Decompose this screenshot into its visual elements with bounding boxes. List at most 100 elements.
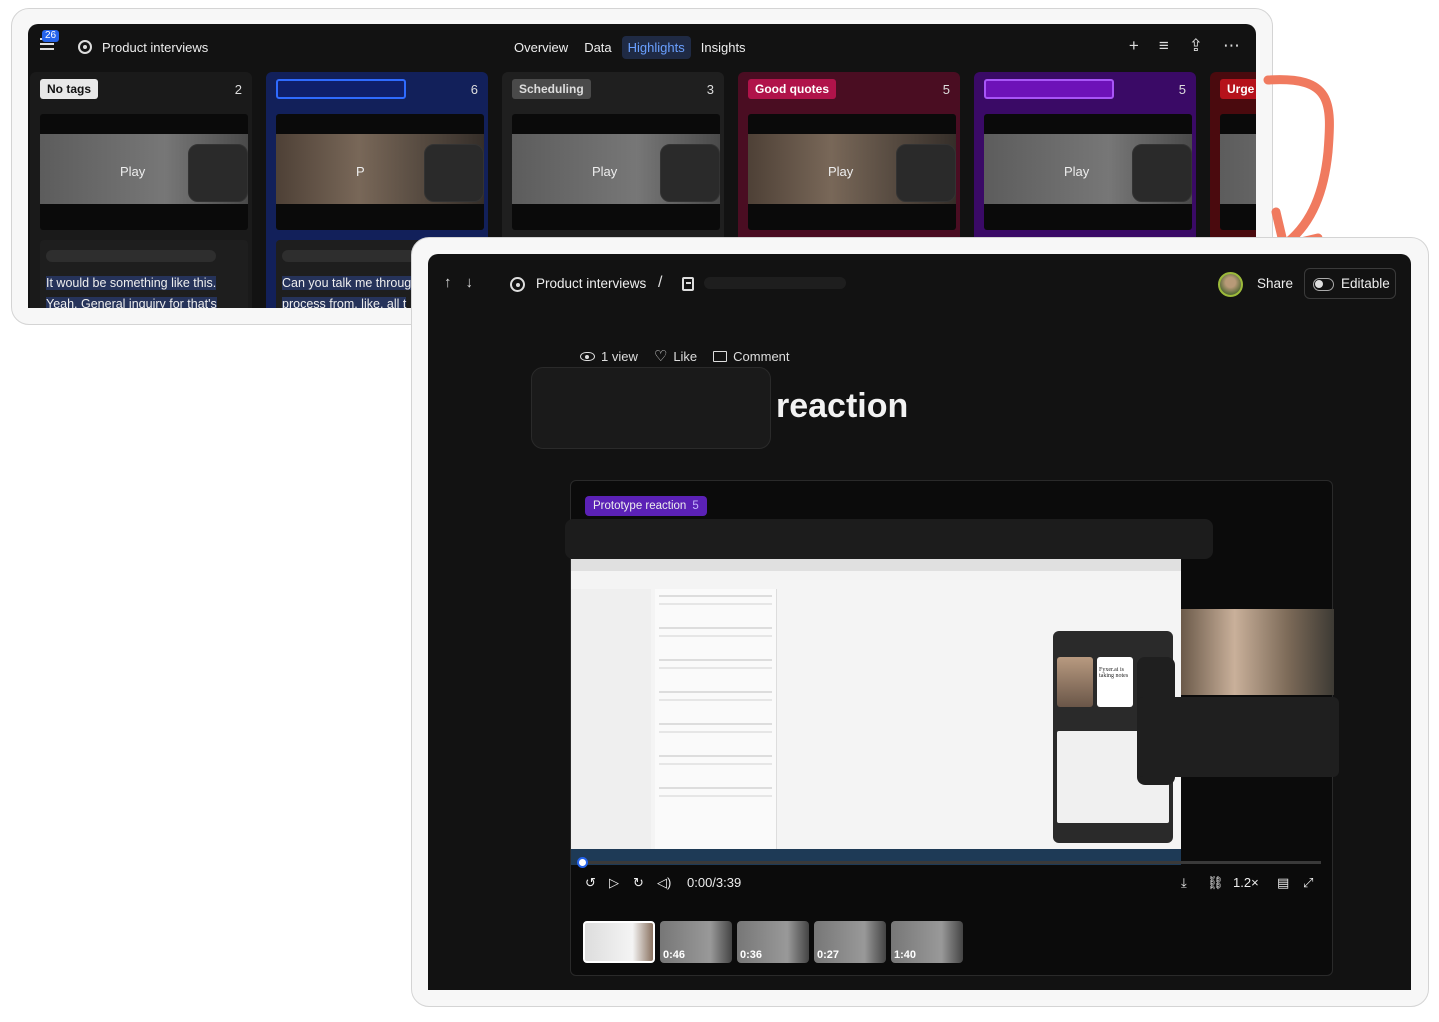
time-display: 0:00/3:39 — [687, 875, 742, 890]
column-tag[interactable] — [984, 79, 1114, 99]
transcript-snippet: Can you talk me throug process from, like… — [282, 273, 412, 308]
progress-handle[interactable] — [577, 857, 588, 868]
captions-icon[interactable]: ▤ — [1277, 875, 1289, 891]
breadcrumb-separator: / — [658, 274, 663, 291]
more-icon[interactable]: ⋯ — [1223, 36, 1240, 56]
participant-tile — [1057, 657, 1093, 707]
column-count: 6 — [470, 82, 478, 97]
column-tag[interactable]: Good quotes — [748, 79, 836, 99]
play-button[interactable]: Play — [1064, 164, 1089, 179]
play-button[interactable]: P — [356, 164, 365, 179]
fullscreen-icon[interactable]: ⤢ — [1303, 875, 1313, 891]
heart-icon: ♡ — [653, 348, 668, 365]
progress-bar[interactable] — [577, 857, 1321, 868]
tab-insights[interactable]: Insights — [695, 36, 752, 59]
link-icon[interactable]: ⛓ — [1207, 875, 1224, 891]
tag-chip[interactable]: Prototype reaction 5 — [585, 496, 707, 516]
column-count: 5 — [942, 82, 950, 97]
column-count: 3 — [706, 82, 714, 97]
play-button[interactable]: Play — [592, 164, 617, 179]
highlight-column: No tags 2 Play It would be something like t… — [30, 72, 252, 308]
play-icon[interactable]: ▷ — [609, 875, 619, 891]
clip-duration: 0:46 — [663, 949, 686, 961]
transcript-snippet: It would be something like this. Yeah. Ge… — [46, 273, 217, 308]
transcript-line: Yeah. General inquiry for that's — [46, 297, 217, 308]
board-tabs: Overview Data Highlights Insights — [508, 36, 752, 59]
clip-thumbnail[interactable]: 1:40 — [891, 921, 963, 963]
views-label: 1 view — [601, 349, 638, 364]
compass-icon — [78, 40, 92, 54]
editable-label: Editable — [1341, 276, 1390, 291]
play-button[interactable]: Play — [120, 164, 145, 179]
clip-thumbnail[interactable]: P — [276, 114, 484, 230]
like-button[interactable]: ♡ Like — [654, 349, 697, 364]
redacted-block — [424, 144, 484, 202]
share-button[interactable]: Share — [1257, 276, 1293, 291]
column-count: 2 — [234, 82, 242, 97]
export-icon[interactable]: ⇪ — [1189, 36, 1203, 56]
tag-chip-label: Prototype reaction — [593, 500, 687, 512]
notetaker-tile: Fyxer.ai is taking notes — [1097, 657, 1133, 707]
clip-thumbnail[interactable]: Play — [40, 114, 248, 230]
add-icon[interactable]: + — [1129, 36, 1139, 56]
compass-icon — [510, 277, 525, 292]
clip-thumbnail[interactable]: 0:36 — [737, 921, 809, 963]
webcam-feed — [1181, 609, 1334, 695]
transcript-line: process from, like, all t — [282, 297, 407, 308]
notification-badge: 26 — [42, 30, 60, 42]
column-header: 5 — [984, 79, 1186, 101]
forward-icon[interactable]: ↻ — [633, 875, 644, 891]
title-redacted — [531, 367, 771, 449]
views-stat: 1 view — [580, 349, 638, 364]
rewind-icon[interactable]: ↺ — [585, 875, 596, 891]
download-icon[interactable]: ⤓ — [1181, 875, 1187, 891]
redacted-bar — [46, 250, 216, 262]
redacted-block — [660, 144, 720, 202]
clip-thumbnail[interactable] — [583, 921, 655, 963]
column-tag[interactable]: No tags — [40, 79, 99, 99]
comment-label: Comment — [733, 349, 790, 364]
column-header: Scheduling 3 — [512, 79, 714, 101]
column-count: 5 — [1178, 82, 1186, 97]
highlight-detail: ↑ ↓ Product interviews / Share Editable … — [428, 254, 1411, 990]
tab-data[interactable]: Data — [578, 36, 617, 59]
previous-arrow-icon[interactable]: ↑ — [444, 274, 452, 291]
clip-thumbnail[interactable]: Play — [748, 114, 956, 230]
comment-button[interactable]: Comment — [713, 349, 790, 364]
clip-thumbnail[interactable] — [1220, 114, 1256, 230]
filter-icon[interactable]: ≡ — [1159, 36, 1169, 56]
browser-bookmarks-bar — [571, 559, 1181, 571]
video-frame[interactable]: Fyxer.ai is taking notes — [571, 559, 1181, 865]
next-arrow-icon[interactable]: ↓ — [466, 274, 474, 291]
comment-icon — [713, 351, 728, 362]
tab-overview[interactable]: Overview — [508, 36, 574, 59]
redacted-block — [1137, 697, 1339, 777]
mail-sidebar — [571, 589, 651, 849]
toggle-icon — [1313, 278, 1334, 291]
breadcrumb-redacted — [704, 277, 846, 289]
highlight-card[interactable]: It would be something like this. Yeah. Ge… — [40, 240, 248, 308]
column-header: Urge — [1220, 79, 1256, 101]
column-tag[interactable] — [276, 79, 406, 99]
playback-speed[interactable]: 1.2× — [1233, 875, 1259, 890]
play-button[interactable]: Play — [828, 164, 853, 179]
highlight-title[interactable]: reaction — [776, 387, 908, 426]
volume-icon[interactable]: ◁) — [657, 875, 671, 891]
like-label: Like — [673, 349, 698, 364]
highlight-nav: ↑ ↓ — [444, 274, 473, 291]
column-header: No tags 2 — [40, 79, 242, 101]
redacted-block — [1132, 144, 1192, 202]
column-tag[interactable]: Urge — [1220, 79, 1256, 99]
clip-thumbnail[interactable]: Play — [984, 114, 1192, 230]
eye-icon — [580, 352, 595, 361]
tab-highlights[interactable]: Highlights — [621, 36, 691, 59]
clip-thumbnail[interactable]: Play — [512, 114, 720, 230]
column-tag[interactable]: Scheduling — [512, 79, 591, 99]
clip-thumbnail[interactable]: 0:27 — [814, 921, 886, 963]
avatar[interactable] — [1218, 272, 1243, 297]
project-title[interactable]: Product interviews — [102, 40, 208, 55]
breadcrumb-project[interactable]: Product interviews — [536, 276, 646, 291]
editable-toggle-button[interactable]: Editable — [1304, 268, 1396, 299]
clip-thumbnail[interactable]: 0:46 — [660, 921, 732, 963]
transcript-line: Can you talk me throug — [282, 276, 412, 290]
